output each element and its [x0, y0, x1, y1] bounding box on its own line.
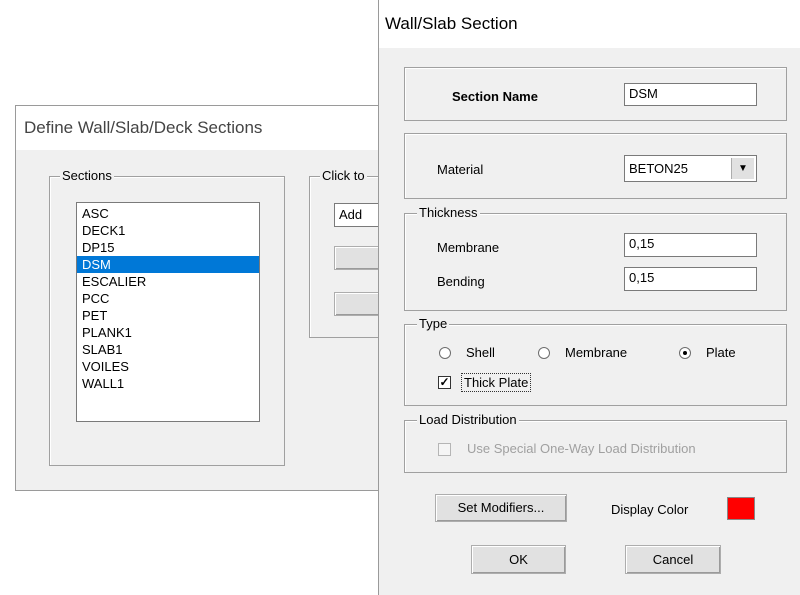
list-item[interactable]: PCC	[77, 290, 259, 307]
list-item[interactable]: PET	[77, 307, 259, 324]
define-sections-dialog: Define Wall/Slab/Deck Sections Sections …	[15, 105, 429, 491]
thick-plate-label[interactable]: Thick Plate	[461, 373, 532, 392]
wall-slab-section-title: Wall/Slab Section	[385, 14, 518, 33]
define-sections-title: Define Wall/Slab/Deck Sections	[24, 118, 263, 137]
display-color-swatch[interactable]	[727, 497, 755, 520]
ok-button[interactable]: OK	[471, 545, 566, 574]
membrane-thickness-label: Membrane	[437, 240, 500, 255]
shell-radio[interactable]	[439, 347, 451, 359]
click-to-group-label: Click to	[320, 168, 367, 183]
plate-radio-label[interactable]: Plate	[706, 345, 736, 360]
display-color-label: Display Color	[611, 502, 689, 517]
load-distribution-group-label: Load Distribution	[417, 412, 519, 427]
wall-slab-section-titlebar: Wall/Slab Section	[379, 0, 800, 48]
thickness-group-label: Thickness	[417, 205, 480, 220]
set-modifiers-button[interactable]: Set Modifiers...	[435, 494, 567, 522]
use-special-checkbox[interactable]	[438, 443, 451, 456]
list-item[interactable]: SLAB1	[77, 341, 259, 358]
material-label: Material	[437, 162, 484, 177]
list-item[interactable]: DP15	[77, 239, 259, 256]
type-groupbox: Type	[404, 316, 787, 406]
type-group-label: Type	[417, 316, 450, 331]
plate-radio[interactable]	[679, 347, 691, 359]
sections-listbox[interactable]: ASC DECK1 DP15 DSM ESCALIER PCC PET PLAN…	[76, 202, 260, 422]
material-select[interactable]: BETON25 ▼	[624, 155, 757, 182]
membrane-radio[interactable]	[538, 347, 550, 359]
list-item-selected[interactable]: DSM	[77, 256, 259, 273]
bending-thickness-input[interactable]: 0,15	[624, 267, 757, 291]
list-item[interactable]: PLANK1	[77, 324, 259, 341]
thickness-groupbox: Thickness	[404, 205, 787, 311]
bending-thickness-label: Bending	[437, 274, 485, 289]
material-value: BETON25	[629, 161, 689, 176]
sections-group-label: Sections	[60, 168, 114, 183]
list-item[interactable]: VOILES	[77, 358, 259, 375]
membrane-radio-label[interactable]: Membrane	[565, 345, 627, 360]
use-special-label: Use Special One-Way Load Distribution	[467, 441, 696, 456]
section-name-label: Section Name	[452, 89, 538, 104]
shell-radio-label[interactable]: Shell	[466, 345, 495, 360]
list-item[interactable]: ASC	[77, 205, 259, 222]
define-sections-titlebar: Define Wall/Slab/Deck Sections	[16, 106, 414, 150]
list-item[interactable]: ESCALIER	[77, 273, 259, 290]
list-item[interactable]: WALL1	[77, 375, 259, 392]
list-item[interactable]: DECK1	[77, 222, 259, 239]
chevron-down-icon[interactable]: ▼	[731, 158, 754, 179]
wall-slab-section-dialog: Wall/Slab Section Section Name DSM Mater…	[378, 0, 800, 595]
membrane-thickness-input[interactable]: 0,15	[624, 233, 757, 257]
cancel-button[interactable]: Cancel	[625, 545, 721, 574]
thick-plate-checkbox[interactable]: ✓	[438, 376, 451, 389]
section-name-input[interactable]: DSM	[624, 83, 757, 106]
